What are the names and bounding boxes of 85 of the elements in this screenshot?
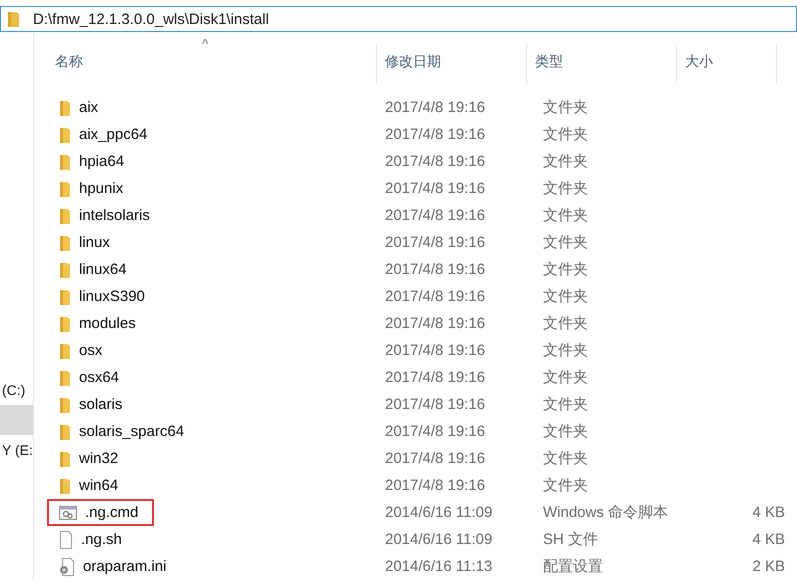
address-bar[interactable]: D:\fmw_12.1.3.0.0_wls\Disk1\install <box>0 6 797 32</box>
type-cell-text: 文件夹 <box>542 233 589 252</box>
folder-icon <box>59 314 71 332</box>
size-cell-text: 4 KB <box>751 531 786 548</box>
type-cell-text: 文件夹 <box>542 152 589 171</box>
file-name[interactable]: solaris_sparc64 <box>79 423 184 440</box>
folder-icon <box>59 422 71 440</box>
folder-icon <box>59 234 71 252</box>
type-cell-text: 文件夹 <box>542 395 589 414</box>
column-header[interactable]: 名称 <box>47 44 377 84</box>
folder-icon <box>59 450 71 468</box>
file-name[interactable]: linuxS390 <box>79 288 145 305</box>
nav-item[interactable]: (C:) <box>2 375 33 405</box>
file-name[interactable]: hpia64 <box>79 153 124 170</box>
date-cell-text: 2017/4/8 19:16 <box>384 423 486 440</box>
file-name[interactable]: intelsolaris <box>79 207 150 224</box>
file-name[interactable]: .ng.cmd <box>85 504 138 521</box>
address-path: D:\fmw_12.1.3.0.0_wls\Disk1\install <box>33 10 269 28</box>
date-cell-text: 2017/4/8 19:16 <box>384 99 486 116</box>
file-name[interactable]: linux64 <box>79 261 127 278</box>
date-cell-text: 2017/4/8 19:16 <box>384 450 486 467</box>
folder-icon <box>59 396 71 414</box>
file-name[interactable]: aix <box>79 99 98 116</box>
folder-icon <box>7 10 21 28</box>
folder-icon <box>59 180 71 198</box>
nav-item[interactable] <box>0 405 33 435</box>
type-cell-text: 文件夹 <box>542 287 589 306</box>
type-cell-text: 文件夹 <box>542 98 589 117</box>
file-name[interactable]: .ng.sh <box>81 531 122 548</box>
date-cell-text: 2017/4/8 19:16 <box>384 261 486 278</box>
date-cell-text: 2017/4/8 19:16 <box>384 369 486 386</box>
date-cell-text: 2014/6/16 11:09 <box>384 531 494 548</box>
date-cell-text: 2017/4/8 19:16 <box>384 342 486 359</box>
folder-icon <box>59 288 71 306</box>
file-name[interactable]: aix_ppc64 <box>79 126 148 143</box>
size-cell-text: 2 KB <box>751 558 786 575</box>
type-cell-text: 配置设置 <box>542 557 604 576</box>
file-name[interactable]: win32 <box>79 450 118 467</box>
type-cell-text: 文件夹 <box>542 179 589 198</box>
type-cell-text: 文件夹 <box>542 449 589 468</box>
file-name[interactable]: linux <box>79 234 110 251</box>
folder-icon <box>59 476 71 494</box>
type-cell-text: 文件夹 <box>542 422 589 441</box>
date-cell-text: 2017/4/8 19:16 <box>384 180 486 197</box>
date-cell-text: 2014/6/16 11:13 <box>384 558 494 575</box>
type-cell-text: SH 文件 <box>542 530 600 549</box>
folder-icon <box>59 98 71 116</box>
type-cell-text: Windows 命令脚本 <box>542 503 670 522</box>
settings-file-icon <box>59 558 75 576</box>
date-cell-text: 2017/4/8 19:16 <box>384 153 486 170</box>
nav-item[interactable]: Y (E: <box>2 435 33 465</box>
column-header[interactable]: 大小 <box>677 44 777 84</box>
type-cell-text: 文件夹 <box>542 314 589 333</box>
folder-icon <box>59 260 71 278</box>
file-name[interactable]: solaris <box>79 396 122 413</box>
size-cell-text: 4 KB <box>751 504 786 521</box>
date-cell-text: 2017/4/8 19:16 <box>384 477 486 494</box>
type-cell-text: 文件夹 <box>542 368 589 387</box>
type-cell-text: 文件夹 <box>542 341 589 360</box>
file-name[interactable]: modules <box>79 315 136 332</box>
column-header[interactable]: 类型 <box>527 44 677 84</box>
file-name[interactable]: hpunix <box>79 180 124 197</box>
date-cell-text: 2017/4/8 19:16 <box>384 396 486 413</box>
file-icon <box>59 530 73 548</box>
date-cell-text: 2017/4/8 19:16 <box>384 126 486 143</box>
type-cell-text: 文件夹 <box>542 125 589 144</box>
date-cell-text: 2017/4/8 19:16 <box>384 234 486 251</box>
folder-icon <box>59 126 71 144</box>
folder-icon <box>59 206 71 224</box>
folder-icon <box>59 368 71 386</box>
date-cell-text: 2017/4/8 19:16 <box>384 288 486 305</box>
column-header[interactable]: 修改日期 <box>377 44 527 84</box>
type-cell-text: 文件夹 <box>542 476 589 495</box>
file-name[interactable]: osx64 <box>79 369 120 386</box>
file-name[interactable]: win64 <box>79 477 118 494</box>
date-cell-text: 2017/4/8 19:16 <box>384 207 486 224</box>
date-cell-text: 2014/6/16 11:09 <box>384 504 494 521</box>
file-name[interactable]: osx <box>79 342 102 359</box>
gear-file-icon <box>59 504 77 520</box>
file-name[interactable]: oraparam.ini <box>83 558 166 575</box>
type-cell-text: 文件夹 <box>542 260 589 279</box>
folder-icon <box>59 342 71 360</box>
folder-icon <box>59 152 71 170</box>
date-cell-text: 2017/4/8 19:16 <box>384 315 486 332</box>
type-cell-text: 文件夹 <box>542 206 589 225</box>
